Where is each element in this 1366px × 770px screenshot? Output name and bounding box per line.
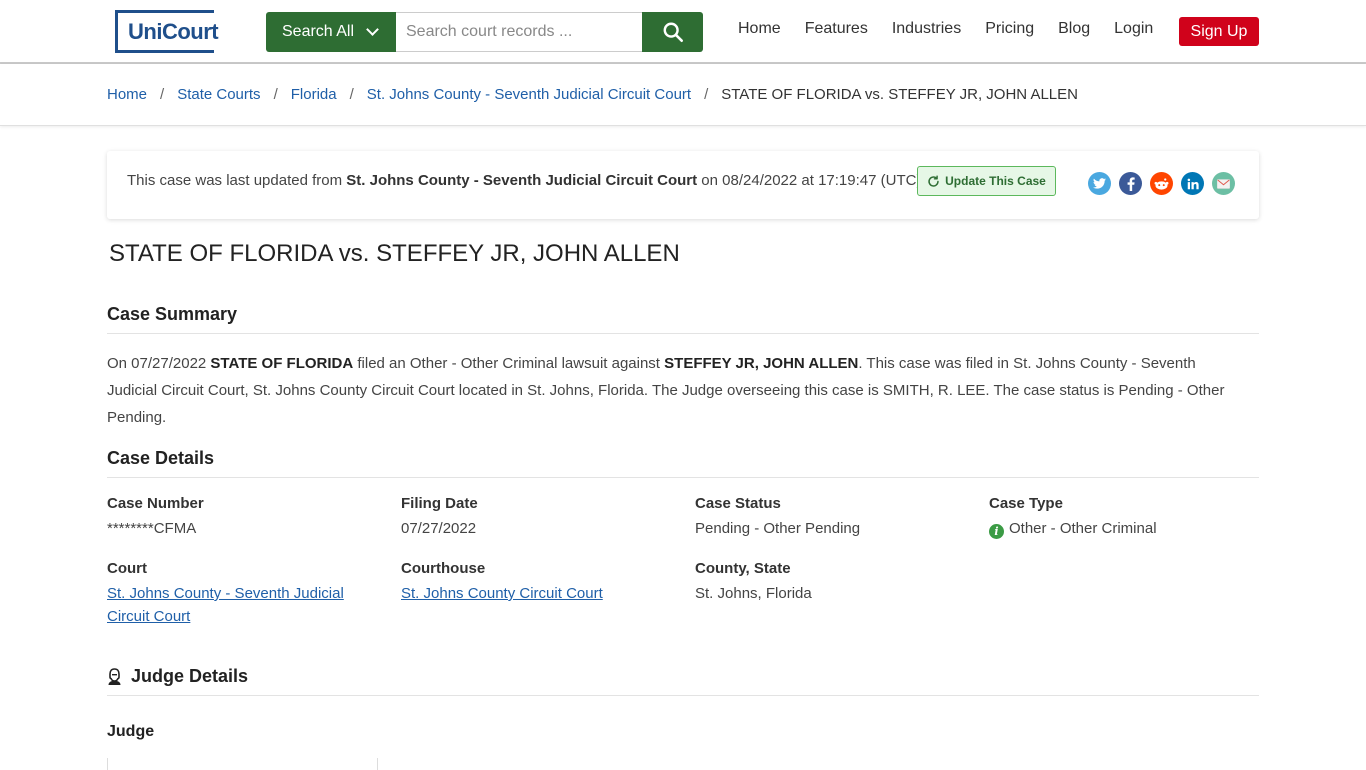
share-icons bbox=[1088, 172, 1243, 195]
county-state-field: County, State St. Johns, Florida bbox=[695, 560, 965, 605]
courthouse-link[interactable]: St. Johns County Circuit Court bbox=[401, 582, 671, 605]
sign-up-button[interactable]: Sign Up bbox=[1179, 17, 1259, 46]
summary-text-1: On 07/27/2022 bbox=[107, 355, 211, 372]
refresh-icon bbox=[928, 174, 939, 187]
judge-label: Judge bbox=[107, 723, 155, 740]
case-title: STATE OF FLORIDA vs. STEFFEY JR, JOHN AL… bbox=[109, 240, 680, 267]
case-type-value: Other - Other Criminal bbox=[1009, 520, 1157, 537]
search-icon bbox=[663, 22, 683, 42]
breadcrumb-home[interactable]: Home bbox=[107, 86, 147, 103]
case-status-label: Case Status bbox=[695, 495, 781, 512]
judge-card bbox=[107, 758, 378, 770]
case-details-heading: Case Details bbox=[107, 448, 1259, 478]
case-number-label: Case Number bbox=[107, 495, 204, 512]
case-status-field: Case Status Pending - Other Pending bbox=[695, 495, 965, 540]
case-type-label: Case Type bbox=[989, 495, 1063, 512]
breadcrumb-separator: / bbox=[704, 86, 709, 103]
search-button[interactable] bbox=[642, 12, 703, 52]
main-nav: Home Features Industries Pricing Blog Lo… bbox=[738, 20, 1177, 38]
judge-icon bbox=[108, 668, 121, 685]
last-updated-card: This case was last updated from St. John… bbox=[107, 151, 1259, 219]
breadcrumb-court[interactable]: St. Johns County - Seventh Judicial Circ… bbox=[367, 86, 691, 103]
last-updated-suffix: on 08/24/2022 at 17:19:47 (UTC). bbox=[697, 172, 926, 189]
search-scope-label: Search All bbox=[282, 23, 355, 40]
court-label: Court bbox=[107, 560, 147, 577]
search-input[interactable] bbox=[396, 12, 642, 52]
reddit-icon[interactable] bbox=[1150, 172, 1173, 195]
case-summary-text: On 07/27/2022 STATE OF FLORIDA filed an … bbox=[107, 350, 1247, 431]
filing-date-field: Filing Date 07/27/2022 bbox=[401, 495, 671, 540]
breadcrumb-state-courts[interactable]: State Courts bbox=[177, 86, 260, 103]
update-case-button[interactable]: Update This Case bbox=[917, 166, 1056, 196]
courthouse-field: Courthouse St. Johns County Circuit Cour… bbox=[401, 560, 671, 605]
breadcrumb: Home / State Courts / Florida / St. Johns Coun… bbox=[107, 86, 1078, 103]
courthouse-label: Courthouse bbox=[401, 560, 486, 577]
email-icon[interactable] bbox=[1212, 172, 1235, 195]
summary-defendant: STEFFEY JR, JOHN ALLEN bbox=[664, 355, 859, 372]
judge-details-heading: Judge Details bbox=[107, 666, 1259, 696]
court-link[interactable]: St. Johns County - Seventh Judicial Circ… bbox=[107, 582, 357, 628]
last-updated-court: St. Johns County - Seventh Judicial Circ… bbox=[346, 172, 698, 189]
update-case-label: Update This Case bbox=[945, 174, 1046, 188]
case-summary-heading: Case Summary bbox=[107, 304, 1259, 334]
last-updated-text: This case was last updated from St. John… bbox=[127, 172, 926, 189]
judge-details-title: Judge Details bbox=[131, 666, 249, 686]
nav-pricing[interactable]: Pricing bbox=[985, 20, 1034, 38]
filing-date-label: Filing Date bbox=[401, 495, 478, 512]
breadcrumb-separator: / bbox=[349, 86, 354, 103]
last-updated-prefix: This case was last updated from bbox=[127, 172, 347, 189]
breadcrumb-separator: / bbox=[160, 86, 165, 103]
nav-features[interactable]: Features bbox=[805, 20, 868, 38]
top-navbar: UniCourt Search All Home Features Indust… bbox=[0, 0, 1366, 64]
chevron-down-icon bbox=[366, 23, 379, 36]
breadcrumb-florida[interactable]: Florida bbox=[291, 86, 337, 103]
case-type-value-row: i Other - Other Criminal bbox=[989, 517, 1259, 540]
summary-text-2: filed an Other - Other Criminal lawsuit … bbox=[353, 355, 665, 372]
case-type-field: Case Type i Other - Other Criminal bbox=[989, 495, 1259, 540]
linkedin-icon[interactable] bbox=[1181, 172, 1204, 195]
case-status-value: Pending - Other Pending bbox=[695, 520, 861, 537]
filing-date-value: 07/27/2022 bbox=[401, 520, 477, 537]
case-number-field: Case Number ********CFMA bbox=[107, 495, 377, 540]
court-field: Court St. Johns County - Seventh Judicia… bbox=[107, 560, 357, 628]
info-icon[interactable]: i bbox=[989, 524, 1004, 539]
search-scope-dropdown[interactable]: Search All bbox=[266, 12, 396, 52]
twitter-icon[interactable] bbox=[1088, 172, 1111, 195]
facebook-icon[interactable] bbox=[1119, 172, 1142, 195]
breadcrumb-bar: Home / State Courts / Florida / St. Johns Coun… bbox=[0, 64, 1366, 126]
breadcrumb-separator: / bbox=[273, 86, 278, 103]
nav-home[interactable]: Home bbox=[738, 20, 781, 38]
logo-text: UniCourt bbox=[128, 19, 219, 44]
summary-plaintiff: STATE OF FLORIDA bbox=[210, 355, 354, 372]
search-bar: Search All bbox=[266, 12, 703, 52]
county-state-value: St. Johns, Florida bbox=[695, 585, 812, 602]
nav-login[interactable]: Login bbox=[1114, 20, 1153, 38]
case-number-value: ********CFMA bbox=[107, 520, 197, 537]
county-state-label: County, State bbox=[695, 560, 791, 577]
nav-blog[interactable]: Blog bbox=[1058, 20, 1090, 38]
breadcrumb-current: STATE OF FLORIDA vs. STEFFEY JR, JOHN AL… bbox=[721, 86, 1078, 103]
unicourt-logo[interactable]: UniCourt bbox=[115, 10, 219, 53]
nav-industries[interactable]: Industries bbox=[892, 20, 961, 38]
